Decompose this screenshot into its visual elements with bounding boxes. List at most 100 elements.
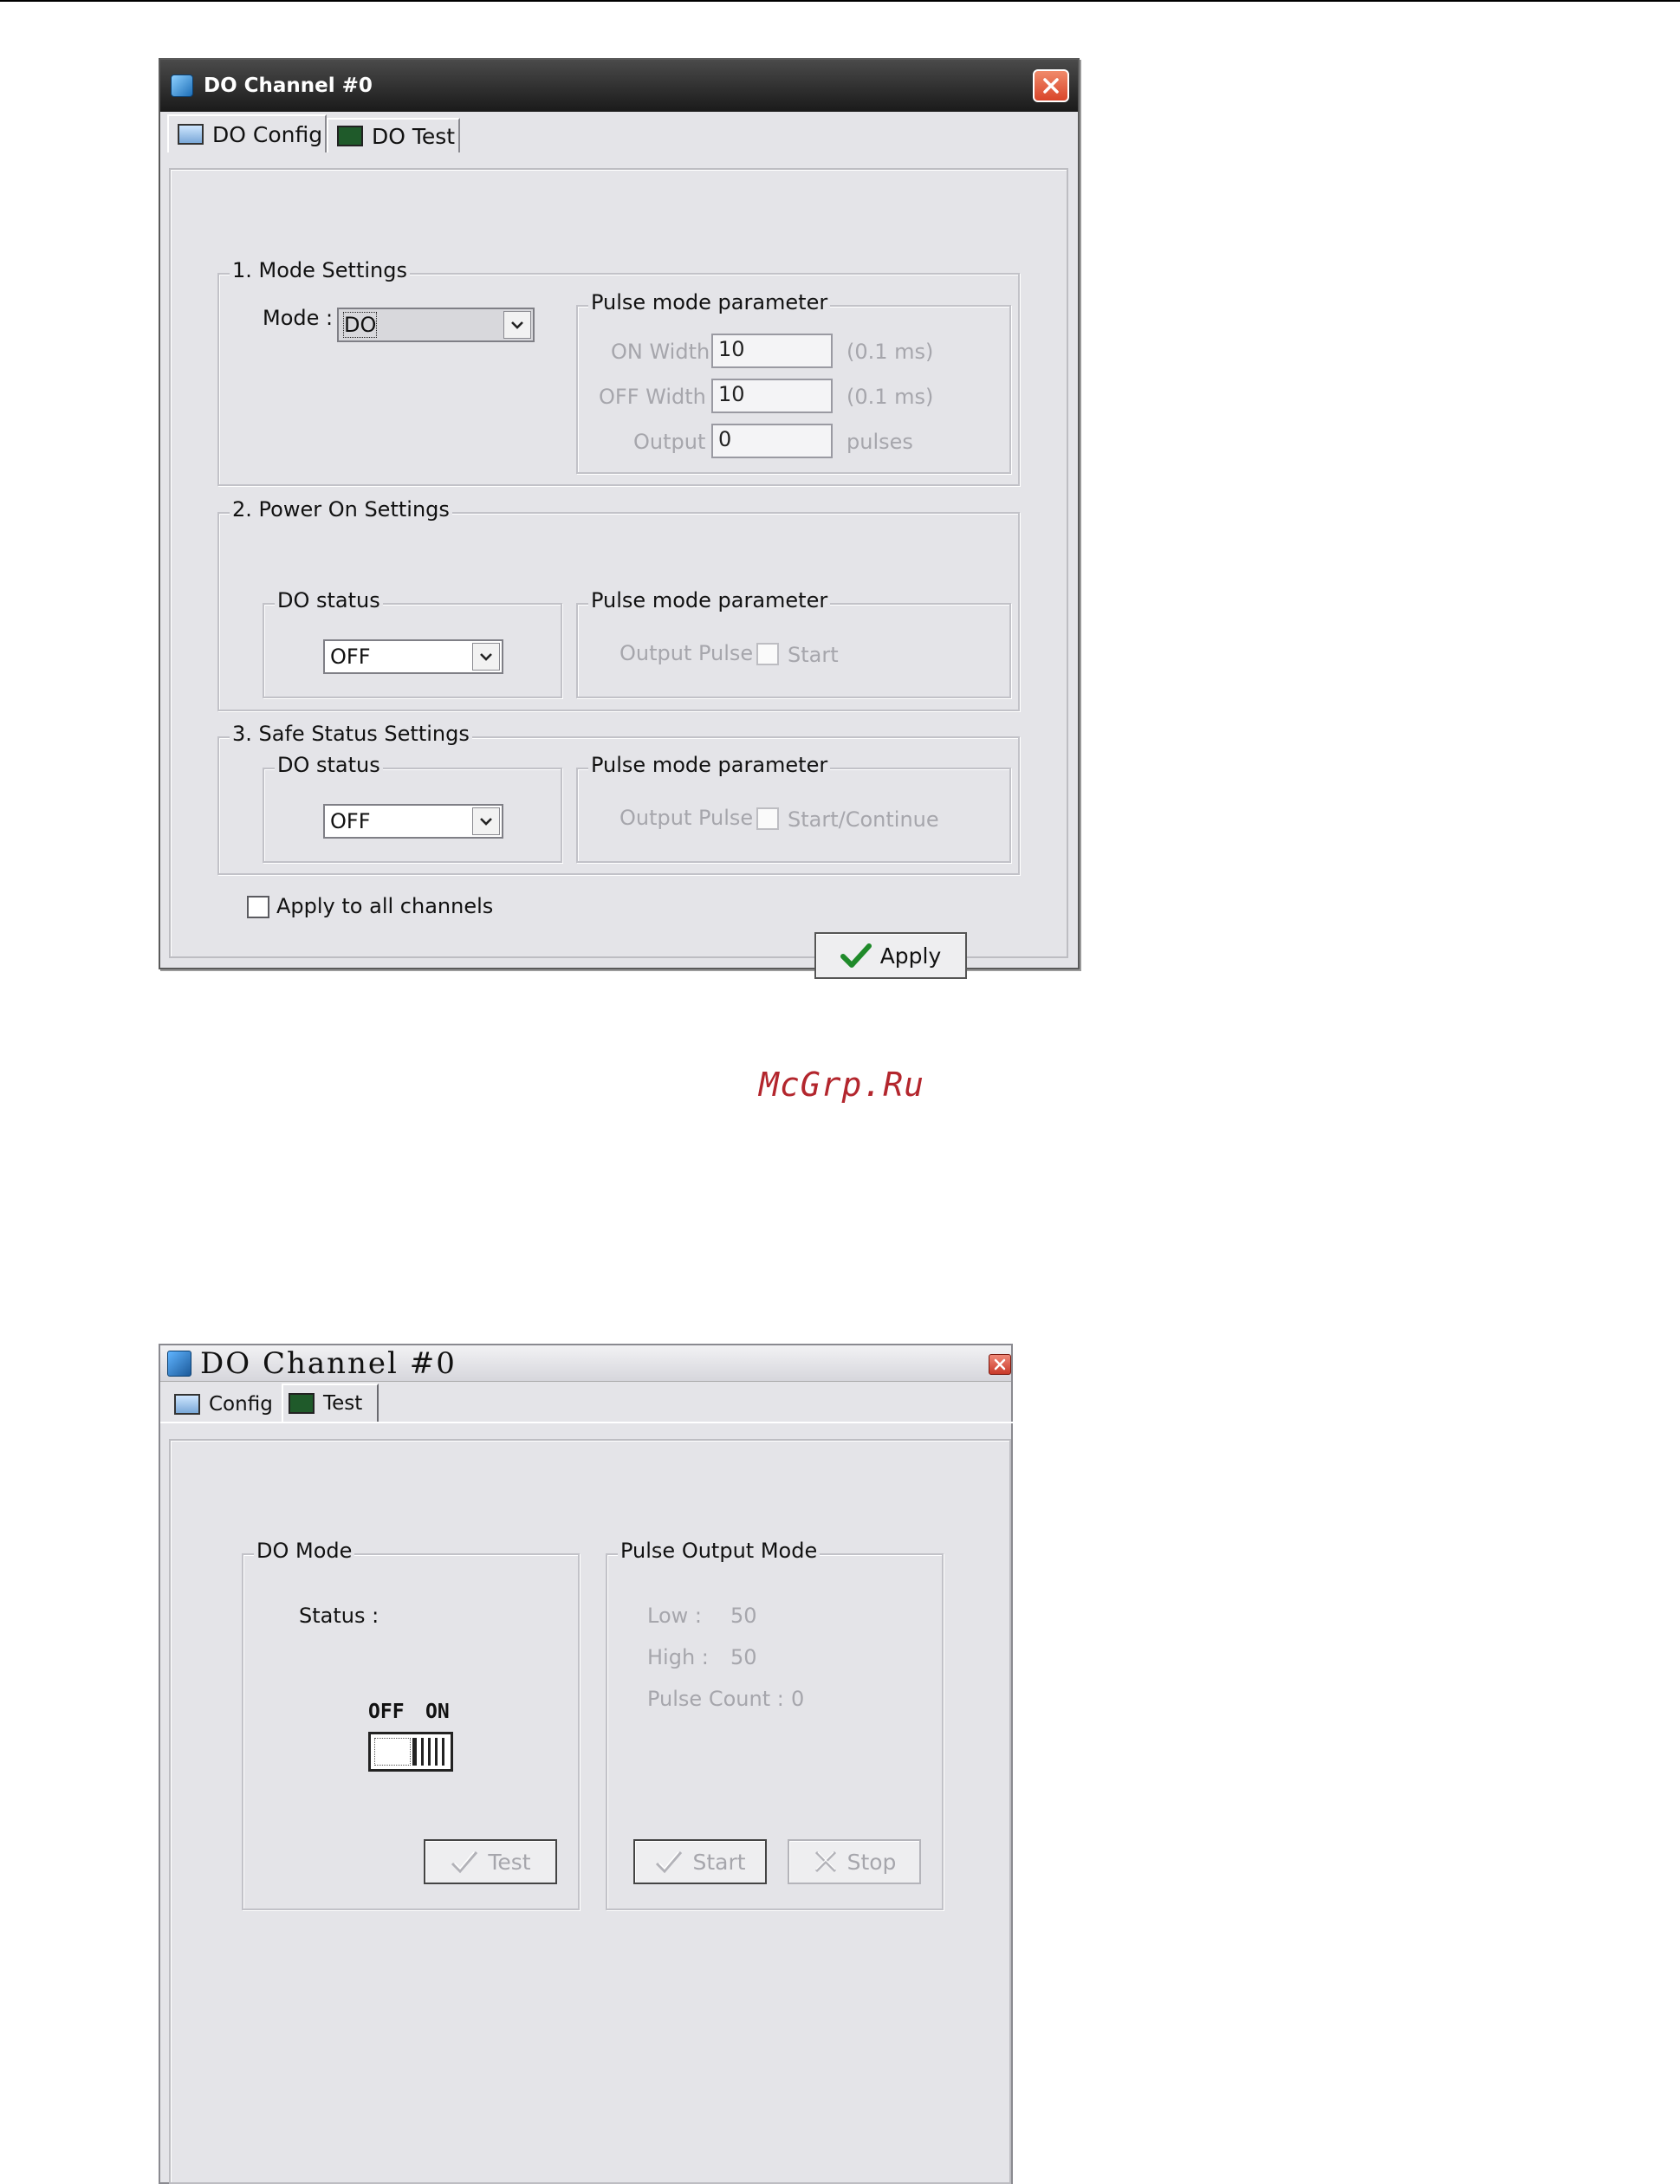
page-top-rule bbox=[0, 0, 1680, 2]
mode-settings-group: 1. Mode Settings Mode : DO Pulse mode pa… bbox=[217, 258, 1020, 486]
close-button[interactable] bbox=[1033, 69, 1069, 102]
safe-do-status-group: DO status OFF bbox=[263, 753, 562, 863]
start-label: Start bbox=[788, 643, 839, 667]
output-unit: pulses bbox=[846, 430, 913, 454]
check-icon bbox=[840, 943, 872, 969]
chevron-down-icon[interactable] bbox=[472, 807, 500, 835]
chevron-down-icon[interactable] bbox=[503, 311, 531, 339]
app-icon bbox=[171, 75, 193, 97]
test-button[interactable]: Test bbox=[424, 1839, 557, 1884]
start-button-label: Start bbox=[692, 1849, 746, 1875]
check-icon bbox=[450, 1849, 479, 1875]
off-width-unit: (0.1 ms) bbox=[846, 385, 934, 409]
select-value: OFF bbox=[330, 645, 371, 669]
group-label: 3. Safe Status Settings bbox=[230, 722, 472, 746]
config-panel: 1. Mode Settings Mode : DO Pulse mode pa… bbox=[169, 168, 1068, 979]
chevron-down-icon[interactable] bbox=[472, 643, 500, 671]
group-label: DO Mode bbox=[254, 1539, 355, 1563]
low-label: Low : bbox=[647, 1604, 702, 1628]
apply-all-label: Apply to all channels bbox=[276, 894, 494, 918]
output-pulse-label: Output Pulse : bbox=[619, 641, 767, 665]
mode-pulse-group: Pulse mode parameter ON Width : 10 (0.1 … bbox=[576, 290, 1011, 474]
test-button-label: Test bbox=[488, 1849, 531, 1875]
test-scope-icon bbox=[337, 126, 363, 146]
tab-strip-divider bbox=[160, 1422, 1015, 1423]
mode-label: Mode : bbox=[263, 306, 334, 330]
tab-do-test[interactable]: DO Test bbox=[327, 118, 460, 152]
watermark: McGrp.Ru bbox=[759, 1066, 925, 1104]
tab-label: Test bbox=[323, 1392, 363, 1415]
close-button[interactable] bbox=[989, 1354, 1011, 1375]
toggle-track-off bbox=[374, 1738, 411, 1766]
group-label: Pulse mode parameter bbox=[588, 290, 831, 314]
test-scope-icon bbox=[289, 1393, 315, 1414]
config-monitor-icon bbox=[174, 1394, 200, 1415]
start-continue-checkbox[interactable] bbox=[756, 807, 779, 830]
do-test-window: DO Channel #0 Config Test DO Mode Status… bbox=[159, 1344, 1015, 2184]
window-title: DO Channel #0 bbox=[204, 75, 373, 97]
tab-test[interactable]: Test bbox=[282, 1384, 379, 1422]
off-width-input[interactable]: 10 bbox=[711, 379, 833, 413]
on-width-unit: (0.1 ms) bbox=[846, 340, 934, 364]
group-label: 1. Mode Settings bbox=[230, 258, 410, 282]
power-on-settings-group: 2. Power On Settings DO status OFF Pulse… bbox=[217, 497, 1020, 711]
stop-button-label: Stop bbox=[846, 1849, 897, 1875]
pulse-output-mode-group: Pulse Output Mode Low : 50 High : 50 Pul… bbox=[606, 1539, 944, 1910]
apply-all-checkbox[interactable] bbox=[247, 896, 269, 918]
do-mode-group: DO Mode Status : OFF ON Test bbox=[242, 1539, 580, 1910]
safe-status-settings-group: 3. Safe Status Settings DO status OFF Pu… bbox=[217, 722, 1020, 875]
apply-button[interactable]: Apply bbox=[814, 932, 967, 979]
test-panel: DO Mode Status : OFF ON Test Pulse Outpu… bbox=[169, 1439, 1011, 2184]
off-width-label: OFF Width : bbox=[599, 385, 720, 409]
config-monitor-icon bbox=[178, 124, 204, 145]
window-title-bar[interactable]: DO Channel #0 bbox=[160, 60, 1078, 112]
app-icon bbox=[167, 1350, 191, 1377]
cross-icon bbox=[813, 1849, 839, 1875]
start-continue-label: Start/Continue bbox=[788, 807, 939, 832]
start-checkbox[interactable] bbox=[756, 643, 779, 665]
on-width-input[interactable]: 10 bbox=[711, 334, 833, 368]
window-title-bar[interactable]: DO Channel #0 bbox=[160, 1345, 1011, 1382]
output-input[interactable]: 0 bbox=[711, 424, 833, 458]
group-label: 2. Power On Settings bbox=[230, 497, 452, 522]
stop-button[interactable]: Stop bbox=[788, 1839, 921, 1884]
group-label: Pulse Output Mode bbox=[618, 1539, 821, 1563]
mode-select[interactable]: DO bbox=[337, 308, 535, 342]
power-on-do-status-group: DO status OFF bbox=[263, 588, 562, 698]
safe-do-status-select[interactable]: OFF bbox=[323, 804, 503, 839]
on-off-toggle-switch[interactable] bbox=[368, 1732, 453, 1772]
pulse-count-label: Pulse Count : bbox=[647, 1687, 784, 1711]
check-icon bbox=[654, 1849, 684, 1875]
output-pulse-label: Output Pulse : bbox=[619, 806, 767, 830]
power-on-do-status-select[interactable]: OFF bbox=[323, 639, 503, 674]
start-button[interactable]: Start bbox=[633, 1839, 767, 1884]
output-label: Output : bbox=[633, 430, 720, 454]
high-value: 50 bbox=[730, 1645, 757, 1669]
tab-config[interactable]: Config bbox=[169, 1387, 282, 1422]
mode-select-value: DO bbox=[342, 312, 378, 338]
safe-pulse-group: Pulse mode parameter Output Pulse : Star… bbox=[576, 753, 1011, 863]
high-label: High : bbox=[647, 1645, 709, 1669]
apply-button-label: Apply bbox=[879, 943, 942, 969]
pulse-count-value: 0 bbox=[791, 1687, 805, 1711]
close-icon bbox=[1043, 78, 1059, 94]
on-width-label: ON Width : bbox=[611, 340, 723, 364]
toggle-knob[interactable] bbox=[412, 1738, 447, 1766]
off-label: OFF bbox=[368, 1701, 405, 1723]
group-label: DO status bbox=[275, 753, 383, 777]
low-value: 50 bbox=[730, 1604, 757, 1628]
window-title: DO Channel #0 bbox=[200, 1345, 457, 1381]
on-label: ON bbox=[425, 1701, 450, 1723]
do-config-window: DO Channel #0 DO Config DO Test 1. Mode … bbox=[159, 58, 1080, 979]
power-on-pulse-group: Pulse mode parameter Output Pulse : Star… bbox=[576, 588, 1011, 698]
status-label: Status : bbox=[299, 1604, 379, 1628]
close-icon bbox=[994, 1358, 1006, 1371]
tab-label: DO Config bbox=[212, 121, 323, 147]
group-label: Pulse mode parameter bbox=[588, 588, 831, 612]
tab-do-config[interactable]: DO Config bbox=[167, 114, 327, 152]
tab-label: DO Test bbox=[372, 123, 456, 149]
tab-label: Config bbox=[209, 1393, 273, 1416]
group-label: DO status bbox=[275, 588, 383, 612]
select-value: OFF bbox=[330, 809, 371, 833]
group-label: Pulse mode parameter bbox=[588, 753, 831, 777]
